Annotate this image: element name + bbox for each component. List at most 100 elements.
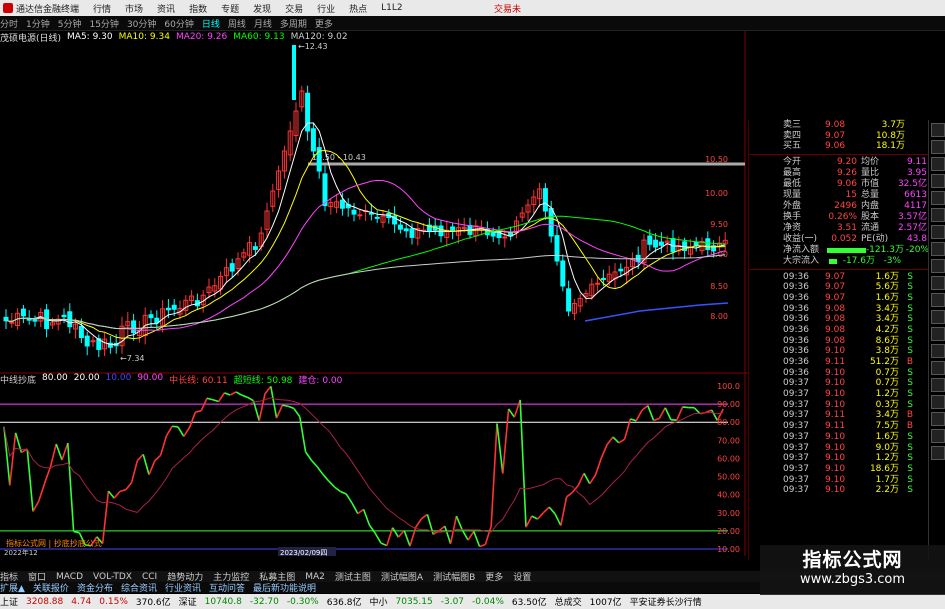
- tool-icon[interactable]: [931, 344, 945, 358]
- index-label[interactable]: 上证: [0, 595, 18, 608]
- oscillator-segment: [612, 436, 620, 444]
- period-tab-9[interactable]: 多周期: [280, 17, 307, 30]
- period-tab-1[interactable]: 1分钟: [26, 17, 50, 30]
- tool-icon[interactable]: [931, 276, 945, 290]
- period-tab-10[interactable]: 更多: [315, 17, 333, 30]
- period-tab-0[interactable]: 分时: [0, 17, 18, 30]
- stat-row: 今开 9.20 均价 9.11: [749, 157, 929, 168]
- oscillator-segment: [438, 525, 446, 532]
- index-label[interactable]: 深证: [179, 595, 197, 608]
- tool-icon[interactable]: [931, 310, 945, 324]
- tool-icon[interactable]: [931, 446, 945, 460]
- period-tab-8[interactable]: 月线: [254, 17, 272, 30]
- indicator-tab[interactable]: MA2: [305, 572, 325, 582]
- info-tab[interactable]: 综合资讯: [121, 582, 157, 593]
- tool-icon[interactable]: [931, 259, 945, 273]
- indicator-tab[interactable]: 私募主图: [259, 571, 295, 582]
- period-tab-7[interactable]: 周线: [228, 17, 246, 30]
- tick-time: 09:37: [783, 442, 809, 453]
- trade-status[interactable]: 交易未: [494, 2, 521, 15]
- tick-price: 9.07: [825, 292, 846, 303]
- tool-icon[interactable]: [931, 225, 945, 239]
- ma-line-120: [5, 254, 726, 330]
- indicator-tab[interactable]: 窗口: [28, 571, 46, 582]
- info-tab[interactable]: 扩展▲: [0, 582, 25, 593]
- menu-item-index[interactable]: 指数: [189, 2, 207, 15]
- tool-icon[interactable]: [931, 208, 945, 222]
- tick-time: 09:36: [783, 292, 809, 303]
- tool-icon[interactable]: [931, 242, 945, 256]
- menu-item-topic[interactable]: 专题: [221, 2, 239, 15]
- indicator-tab[interactable]: 测试主图: [335, 571, 371, 582]
- period-tab-6[interactable]: 日线: [202, 17, 220, 30]
- tool-icon[interactable]: [931, 140, 945, 154]
- tick-row: 09:36 9.08 3.4万 S: [749, 304, 929, 315]
- oscillator-segment: [589, 474, 597, 485]
- indicator-tab[interactable]: 测试幅图A: [381, 571, 423, 582]
- stat-value: 32.5亿: [897, 178, 927, 189]
- candle: [26, 318, 32, 321]
- kline-chart[interactable]: 10.5010.009.509.008.508.0010.50 - 10.43←…: [0, 31, 748, 556]
- info-tab[interactable]: 最后新功能说明: [253, 582, 316, 593]
- oscillator-segment: [600, 444, 608, 459]
- oscillator-segment: [258, 393, 266, 421]
- indicator-legend-item: 建仓: 0.00: [298, 376, 343, 386]
- tool-icon[interactable]: [931, 361, 945, 375]
- menu-item-news[interactable]: 资讯: [157, 2, 175, 15]
- indicator-tab[interactable]: 设置: [513, 571, 531, 582]
- tool-icon[interactable]: [931, 174, 945, 188]
- tick-price: 9.10: [825, 399, 846, 410]
- ask-vol: 18.1万: [875, 141, 905, 151]
- indicator-tab[interactable]: 测试幅图B: [433, 571, 475, 582]
- oscillator-segment: [206, 397, 213, 401]
- menu-item-trade[interactable]: 交易: [285, 2, 303, 15]
- stat-row: 收益(一) 0.052 PE(动) 43.8: [749, 234, 929, 245]
- menu-item-industry[interactable]: 行业: [317, 2, 335, 15]
- indicator-tab[interactable]: 更多: [485, 571, 503, 582]
- menu-item-market[interactable]: 市场: [125, 2, 143, 15]
- tool-icon[interactable]: [931, 395, 945, 409]
- tool-icon[interactable]: [931, 378, 945, 392]
- oscillator-segment: [507, 408, 516, 418]
- stat-row: 换手 0.26% 股本 3.57亿: [749, 212, 929, 223]
- info-tab[interactable]: 行业资讯: [165, 582, 201, 593]
- menu-item-hotspot[interactable]: 热点: [349, 2, 367, 15]
- menu-item-l1l2[interactable]: L1L2: [381, 3, 402, 13]
- tick-side: S: [907, 399, 913, 410]
- indicator-tab[interactable]: VOL-TDX: [93, 572, 132, 582]
- tool-icon[interactable]: [931, 293, 945, 307]
- info-tab[interactable]: 资金分布: [77, 582, 113, 593]
- indicator-tab[interactable]: 趋势动力: [167, 571, 203, 582]
- indicator-axis-label: 60.00: [717, 454, 740, 463]
- period-tab-2[interactable]: 5分钟: [58, 17, 82, 30]
- flow-pct: -20%: [905, 244, 930, 255]
- indicator-tab[interactable]: MACD: [56, 572, 83, 582]
- info-tab[interactable]: 关联报价: [33, 582, 69, 593]
- tool-icon[interactable]: [931, 412, 945, 426]
- period-tab-3[interactable]: 15分钟: [89, 17, 118, 30]
- menu-item-quote[interactable]: 行情: [93, 2, 111, 15]
- info-tab[interactable]: 互动问答: [209, 582, 245, 593]
- tick-price: 9.10: [825, 431, 846, 442]
- period-tab-5[interactable]: 60分钟: [164, 17, 193, 30]
- tool-icon[interactable]: [931, 429, 945, 443]
- tool-icon[interactable]: [931, 157, 945, 171]
- watermark-url: www.zbgs3.com: [799, 572, 906, 587]
- ma-legend-item: MA5: 9.30: [67, 32, 113, 42]
- ask-vol: 3.7万: [881, 120, 905, 130]
- indicator-tab[interactable]: 主力监控: [213, 571, 249, 582]
- indicator-tab[interactable]: CCI: [142, 572, 157, 582]
- ma-legend: 茂硕电源(日线) MA5: 9.30 MA10: 9.34 MA20: 9.26 MA…: [0, 31, 354, 44]
- indicator-tab[interactable]: 指标: [0, 571, 18, 582]
- tool-icon[interactable]: [931, 123, 945, 137]
- period-tab-4[interactable]: 30分钟: [127, 17, 156, 30]
- tool-icon[interactable]: [931, 327, 945, 341]
- oscillator-segment: [502, 408, 510, 474]
- stat-key: 流通: [861, 222, 880, 233]
- oscillator-segment: [304, 451, 313, 461]
- total-value: 1007亿: [589, 598, 622, 608]
- menu-item-discover[interactable]: 发现: [253, 2, 271, 15]
- flow-row: 净流入额 -121.3万 -20%: [749, 245, 929, 256]
- tool-icon[interactable]: [931, 191, 945, 205]
- index-label[interactable]: 中小: [370, 595, 388, 608]
